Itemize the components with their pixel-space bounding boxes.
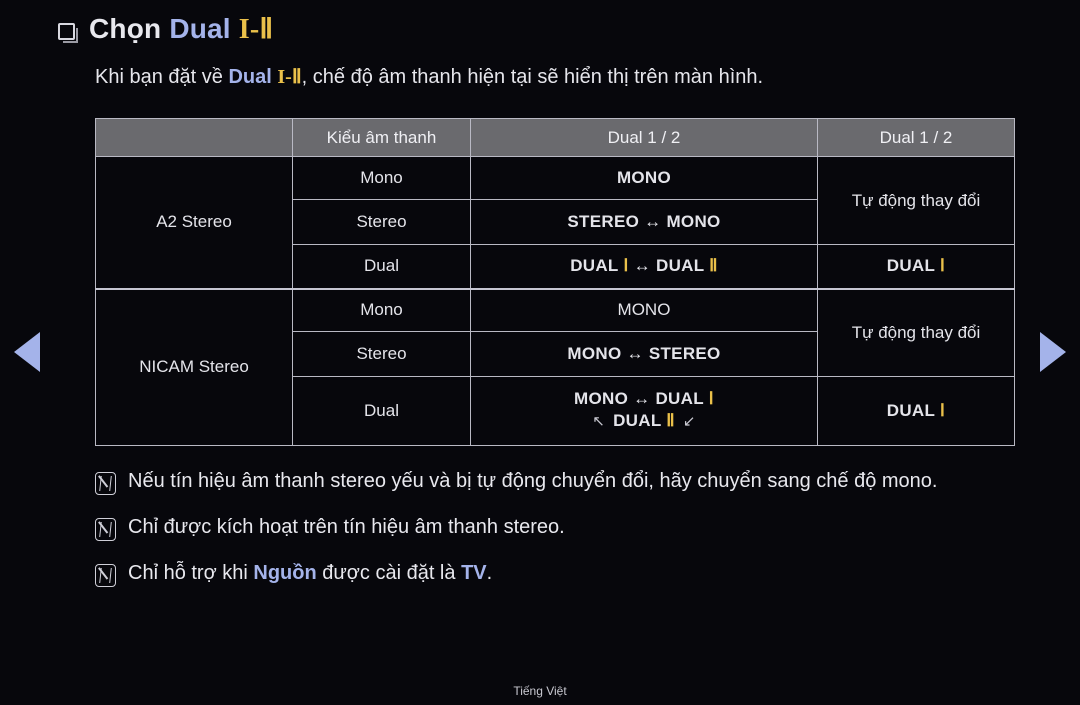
dual-mode-table: Kiểu âm thanh Dual 1 / 2 Dual 1 / 2 A2 S… [95,118,1015,446]
roman-numeral: Ⅱ [666,411,675,431]
roman-separator: - [285,66,292,88]
roman-numeral: Ⅱ [259,14,274,45]
header-cell-dual-display: Dual 1 / 2 [470,118,818,157]
sound-type-cell: Dual [292,376,471,446]
header-cell-dual-auto: Dual 1 / 2 [817,118,1015,157]
page-subtitle: Khi bạn đặt về Dual I-Ⅱ, chế độ âm thanh… [95,64,763,89]
note3-segment-source: Nguồn [253,562,317,584]
dual-auto-cell: DUAL Ⅰ [817,244,1015,289]
roman-numeral: I [277,66,286,88]
roman-numeral: Ⅱ [709,256,718,276]
note-icon [95,518,116,541]
group-label-a2-stereo: A2 Stereo [95,156,293,289]
note3-segment-3: được cài đặt là [316,562,462,584]
dual-display-cell: MONO [470,287,818,332]
sound-type-cell: Mono [292,156,471,200]
table-row: A2 Stereo Mono MONO Tự động thay đổi [95,156,1015,289]
sound-type-cell: Stereo [292,331,471,377]
header-cell-blank [95,118,293,157]
note-icon [95,564,116,587]
roman-numeral: Ⅰ [939,401,946,420]
note-item: Nếu tín hiệu âm thanh stereo yếu và bị t… [95,468,1025,495]
table-header-row: Kiểu âm thanh Dual 1 / 2 Dual 1 / 2 [95,118,1015,157]
roman-numeral: Ⅰ [623,256,629,276]
title-segment-choose: Chọn [89,13,170,44]
dual-auto-cell: Tự động thay đổi [817,287,1015,377]
cycle-arrow-up-left-icon: ↖ [592,413,606,431]
dual-mode-table-wrapper: Kiểu âm thanh Dual 1 / 2 Dual 1 / 2 A2 S… [95,118,1015,446]
cycle-line-2: ↖ DUAL Ⅱ ↙ [475,409,813,434]
subtitle-segment-roman: I-Ⅱ [277,66,301,88]
note-icon [95,472,116,495]
dual-display-cell: STEREO ↔ MONO [470,199,818,245]
page-title-text: Chọn Dual I-Ⅱ [89,12,273,46]
next-page-arrow-icon[interactable] [1040,332,1066,372]
table-row: NICAM Stereo Mono MONO Tự động thay đổi [95,287,1015,446]
subtitle-segment-dual: Dual [228,66,278,88]
roman-separator: - [249,14,260,45]
page-title: Chọn Dual I-Ⅱ [58,12,273,46]
note-item: Chỉ hỗ trợ khi Nguồn được cài đặt là TV. [95,560,1025,587]
square-bullet-icon [58,22,78,43]
note3-segment-1: Chỉ hỗ trợ khi [128,562,254,584]
dual-auto-cell: Tự động thay đổi [817,156,1015,245]
note3-segment-tv: TV [461,562,487,584]
header-cell-sound-type: Kiểu âm thanh [292,118,471,157]
note-text: Nếu tín hiệu âm thanh stereo yếu và bị t… [128,470,938,492]
notes-list: Nếu tín hiệu âm thanh stereo yếu và bị t… [95,468,1025,606]
cycle-line-2-text: DUAL Ⅱ [613,411,675,431]
dual-display-cycle-cell: MONO ↔ DUAL Ⅰ ↖ DUAL Ⅱ ↙ [470,376,818,446]
roman-numeral: Ⅰ [708,389,714,409]
title-segment-dual: Dual [169,13,239,44]
prev-page-arrow-icon[interactable] [14,332,40,372]
sound-type-cell: Stereo [292,199,471,245]
dual-display-cell: MONO ↔ STEREO [470,331,818,377]
subtitle-segment-tail: , chế độ âm thanh hiện tại sẽ hiển thị t… [301,66,764,88]
roman-numeral: Ⅰ [939,256,946,276]
sound-type-cell: Mono [292,287,471,332]
roman-numeral: I [238,14,250,45]
roman-numeral: Ⅱ [291,66,302,88]
dual-display-cell: MONO [470,156,818,200]
manual-page: Chọn Dual I-Ⅱ Khi bạn đặt về Dual I-Ⅱ, c… [0,0,1080,705]
note-text-rich: Chỉ hỗ trợ khi Nguồn được cài đặt là TV. [128,560,492,587]
cycle-line-1: MONO ↔ DUAL Ⅰ [574,389,714,409]
subtitle-segment-1: Khi bạn đặt về [95,66,229,88]
note3-segment-5: . [486,562,493,584]
group-label-nicam-stereo: NICAM Stereo [95,287,293,446]
footer-language: Tiếng Việt [513,684,567,698]
dual-auto-cell: DUAL Ⅰ [817,376,1015,446]
cycle-arrow-down-left-icon: ↙ [682,413,696,431]
dual-display-cell: DUAL Ⅰ ↔ DUAL Ⅱ [470,244,818,289]
sound-type-cell: Dual [292,244,471,289]
note-item: Chỉ được kích hoạt trên tín hiệu âm than… [95,514,1025,541]
title-segment-roman: I-Ⅱ [239,14,274,45]
note-text: Chỉ được kích hoạt trên tín hiệu âm than… [128,516,565,538]
